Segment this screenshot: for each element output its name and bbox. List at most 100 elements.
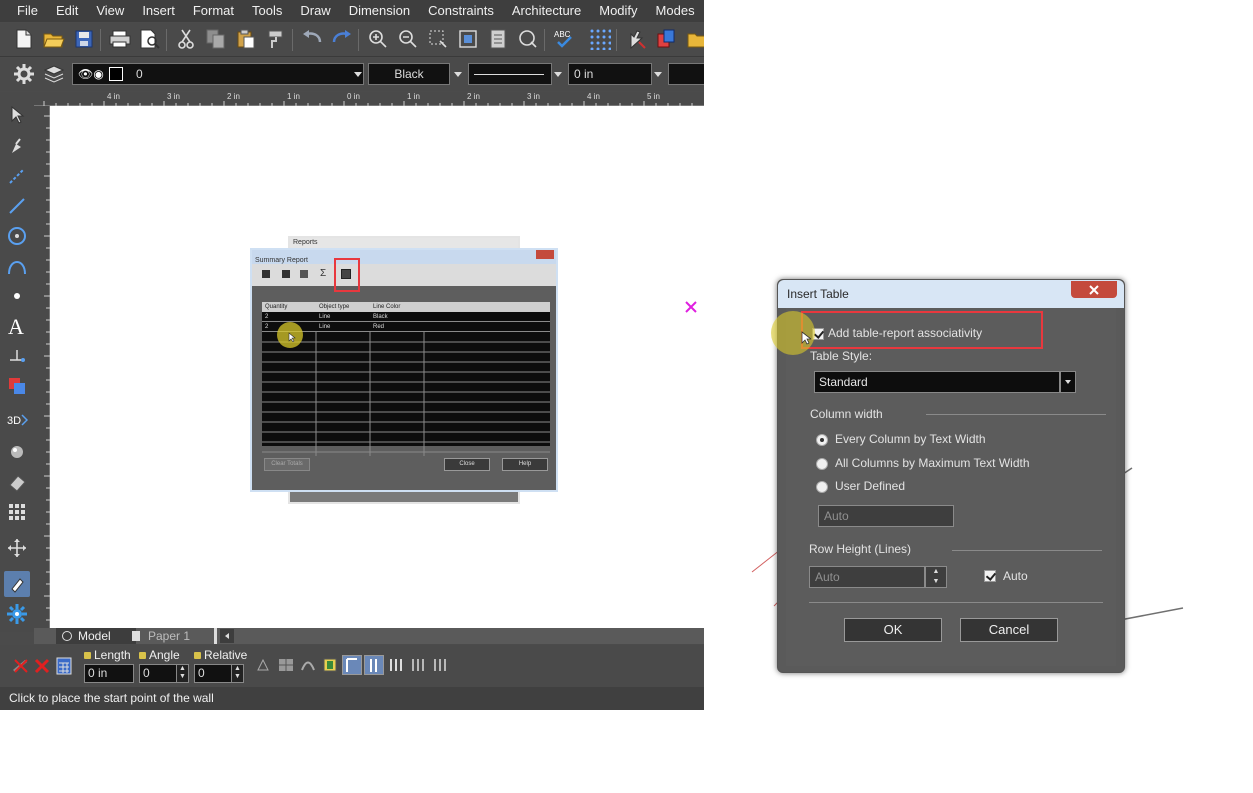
wall-center-align-icon[interactable]: [364, 655, 384, 675]
zoom-page-icon[interactable]: [486, 27, 510, 51]
layers-icon[interactable]: [42, 62, 66, 86]
line-style-combo[interactable]: [468, 63, 552, 85]
menu-modify[interactable]: Modify: [590, 0, 646, 22]
summary-save-icon[interactable]: [262, 270, 270, 278]
user-defined-width-input[interactable]: Auto: [818, 505, 954, 527]
cancel-button[interactable]: Cancel: [960, 618, 1058, 642]
menu-insert[interactable]: Insert: [133, 0, 184, 22]
open-folder-icon[interactable]: [42, 27, 66, 51]
menu-edit[interactable]: Edit: [47, 0, 87, 22]
fill-tool-icon[interactable]: [4, 373, 30, 399]
every-column-radio[interactable]: [816, 434, 828, 446]
spell-check-icon[interactable]: ABC: [552, 27, 576, 51]
line-thickness-combo[interactable]: 0 in: [568, 63, 652, 85]
summary-close-icon[interactable]: [536, 250, 554, 259]
color-dropdown-arrow[interactable]: [451, 63, 465, 85]
menu-draw[interactable]: Draw: [291, 0, 339, 22]
row-height-stepper[interactable]: ▲ ▼: [925, 566, 947, 588]
angle-field[interactable]: 0: [139, 664, 177, 683]
all-columns-radio[interactable]: [816, 458, 828, 470]
wall-right-align-icon[interactable]: [388, 657, 404, 676]
auto-row-height-checkbox[interactable]: [984, 570, 996, 582]
user-defined-radio[interactable]: [816, 481, 828, 493]
select-arrow-icon[interactable]: [4, 102, 30, 128]
eraser-tool-icon[interactable]: [4, 469, 30, 495]
color-combo[interactable]: Black: [368, 63, 450, 85]
table-style-dropdown-arrow[interactable]: [1060, 371, 1076, 393]
close-icon[interactable]: [34, 658, 50, 674]
clear-totals-button[interactable]: Clear Totals: [264, 458, 310, 471]
copy-icon[interactable]: [204, 27, 228, 51]
3d-view-icon[interactable]: [654, 27, 678, 51]
relative-field[interactable]: 0: [194, 664, 232, 683]
line-style-dropdown-arrow[interactable]: [551, 63, 565, 85]
length-field[interactable]: 0 in: [84, 664, 134, 683]
wall-join-icon[interactable]: [300, 658, 316, 675]
save-icon[interactable]: [72, 27, 96, 51]
relative-stepper[interactable]: ▲ ▼: [231, 664, 244, 683]
folder-icon[interactable]: [686, 27, 704, 51]
dimension-tool-icon[interactable]: [4, 343, 30, 369]
summary-sum-icon[interactable]: Σ: [320, 268, 326, 279]
circle-tool-icon[interactable]: [4, 223, 30, 249]
wall-book-icon[interactable]: [322, 657, 338, 676]
redo-icon[interactable]: [330, 27, 354, 51]
tab-paper-1[interactable]: Paper 1: [126, 628, 216, 644]
line-tool-icon[interactable]: [4, 193, 30, 219]
angle-stepper[interactable]: ▲ ▼: [176, 664, 189, 683]
tab-model[interactable]: Model: [56, 628, 136, 644]
undo-icon[interactable]: [300, 27, 324, 51]
layer-dropdown-arrow[interactable]: [351, 63, 365, 85]
hatch-icon[interactable]: [278, 658, 294, 675]
table-style-select[interactable]: Standard: [814, 371, 1060, 393]
edit-tool-icon[interactable]: [4, 133, 30, 159]
wall-left-align-icon[interactable]: [342, 655, 362, 675]
format-painter-icon[interactable]: [264, 27, 288, 51]
grid-icon[interactable]: [588, 27, 612, 51]
menu-modes[interactable]: Modes: [647, 0, 704, 22]
zoom-out-icon[interactable]: [396, 27, 420, 51]
summary-help-button[interactable]: Help: [502, 458, 548, 471]
print-icon[interactable]: [108, 27, 132, 51]
text-tool-icon[interactable]: A: [4, 313, 30, 339]
wall-triple-icon[interactable]: [432, 657, 448, 676]
zoom-window-icon[interactable]: [426, 27, 450, 51]
print-preview-icon[interactable]: [138, 27, 162, 51]
menu-tools[interactable]: Tools: [243, 0, 291, 22]
row-height-input[interactable]: Auto: [809, 566, 925, 588]
wall-option-icon[interactable]: [256, 658, 270, 675]
menu-architecture[interactable]: Architecture: [503, 0, 590, 22]
wall-tool-icon[interactable]: [4, 571, 30, 597]
3d-tool-icon[interactable]: 3D: [4, 407, 30, 433]
point-tool-icon[interactable]: [4, 283, 30, 309]
menu-format[interactable]: Format: [184, 0, 243, 22]
layer-combo[interactable]: 👁 ◉ 0: [72, 63, 364, 85]
zoom-previous-icon[interactable]: [516, 27, 540, 51]
select-tool-icon[interactable]: [624, 27, 648, 51]
summary-print-icon[interactable]: [300, 270, 308, 278]
ok-button[interactable]: OK: [844, 618, 942, 642]
array-tool-icon[interactable]: [4, 499, 30, 525]
move-tool-icon[interactable]: [4, 535, 30, 561]
curve-tool-icon[interactable]: [4, 253, 30, 279]
close-icon[interactable]: [1071, 281, 1117, 298]
settings-tool-icon[interactable]: [4, 601, 30, 627]
wall-double-icon[interactable]: [410, 657, 426, 676]
table-row[interactable]: 2 Line Black: [262, 312, 550, 322]
line-thickness-dropdown-arrow[interactable]: [651, 63, 665, 85]
summary-close-button[interactable]: Close: [444, 458, 490, 471]
render-tool-icon[interactable]: [4, 439, 30, 465]
menu-constraints[interactable]: Constraints: [419, 0, 503, 22]
paste-icon[interactable]: [234, 27, 258, 51]
cancel-wall-icon[interactable]: [12, 657, 30, 675]
extra-combo[interactable]: [668, 63, 704, 85]
menu-dimension[interactable]: Dimension: [340, 0, 419, 22]
drawing-canvas[interactable]: Reports Summary Report Σ Quantity Object…: [50, 106, 704, 628]
calculator-icon[interactable]: [56, 657, 72, 675]
tab-scroll-left-icon[interactable]: [220, 629, 234, 643]
layer-visible-icon[interactable]: 👁: [78, 64, 93, 84]
point-line-icon[interactable]: [4, 163, 30, 189]
layer-lock-icon[interactable]: ◉: [93, 64, 105, 84]
gear-icon[interactable]: [12, 62, 36, 86]
menu-view[interactable]: View: [87, 0, 133, 22]
